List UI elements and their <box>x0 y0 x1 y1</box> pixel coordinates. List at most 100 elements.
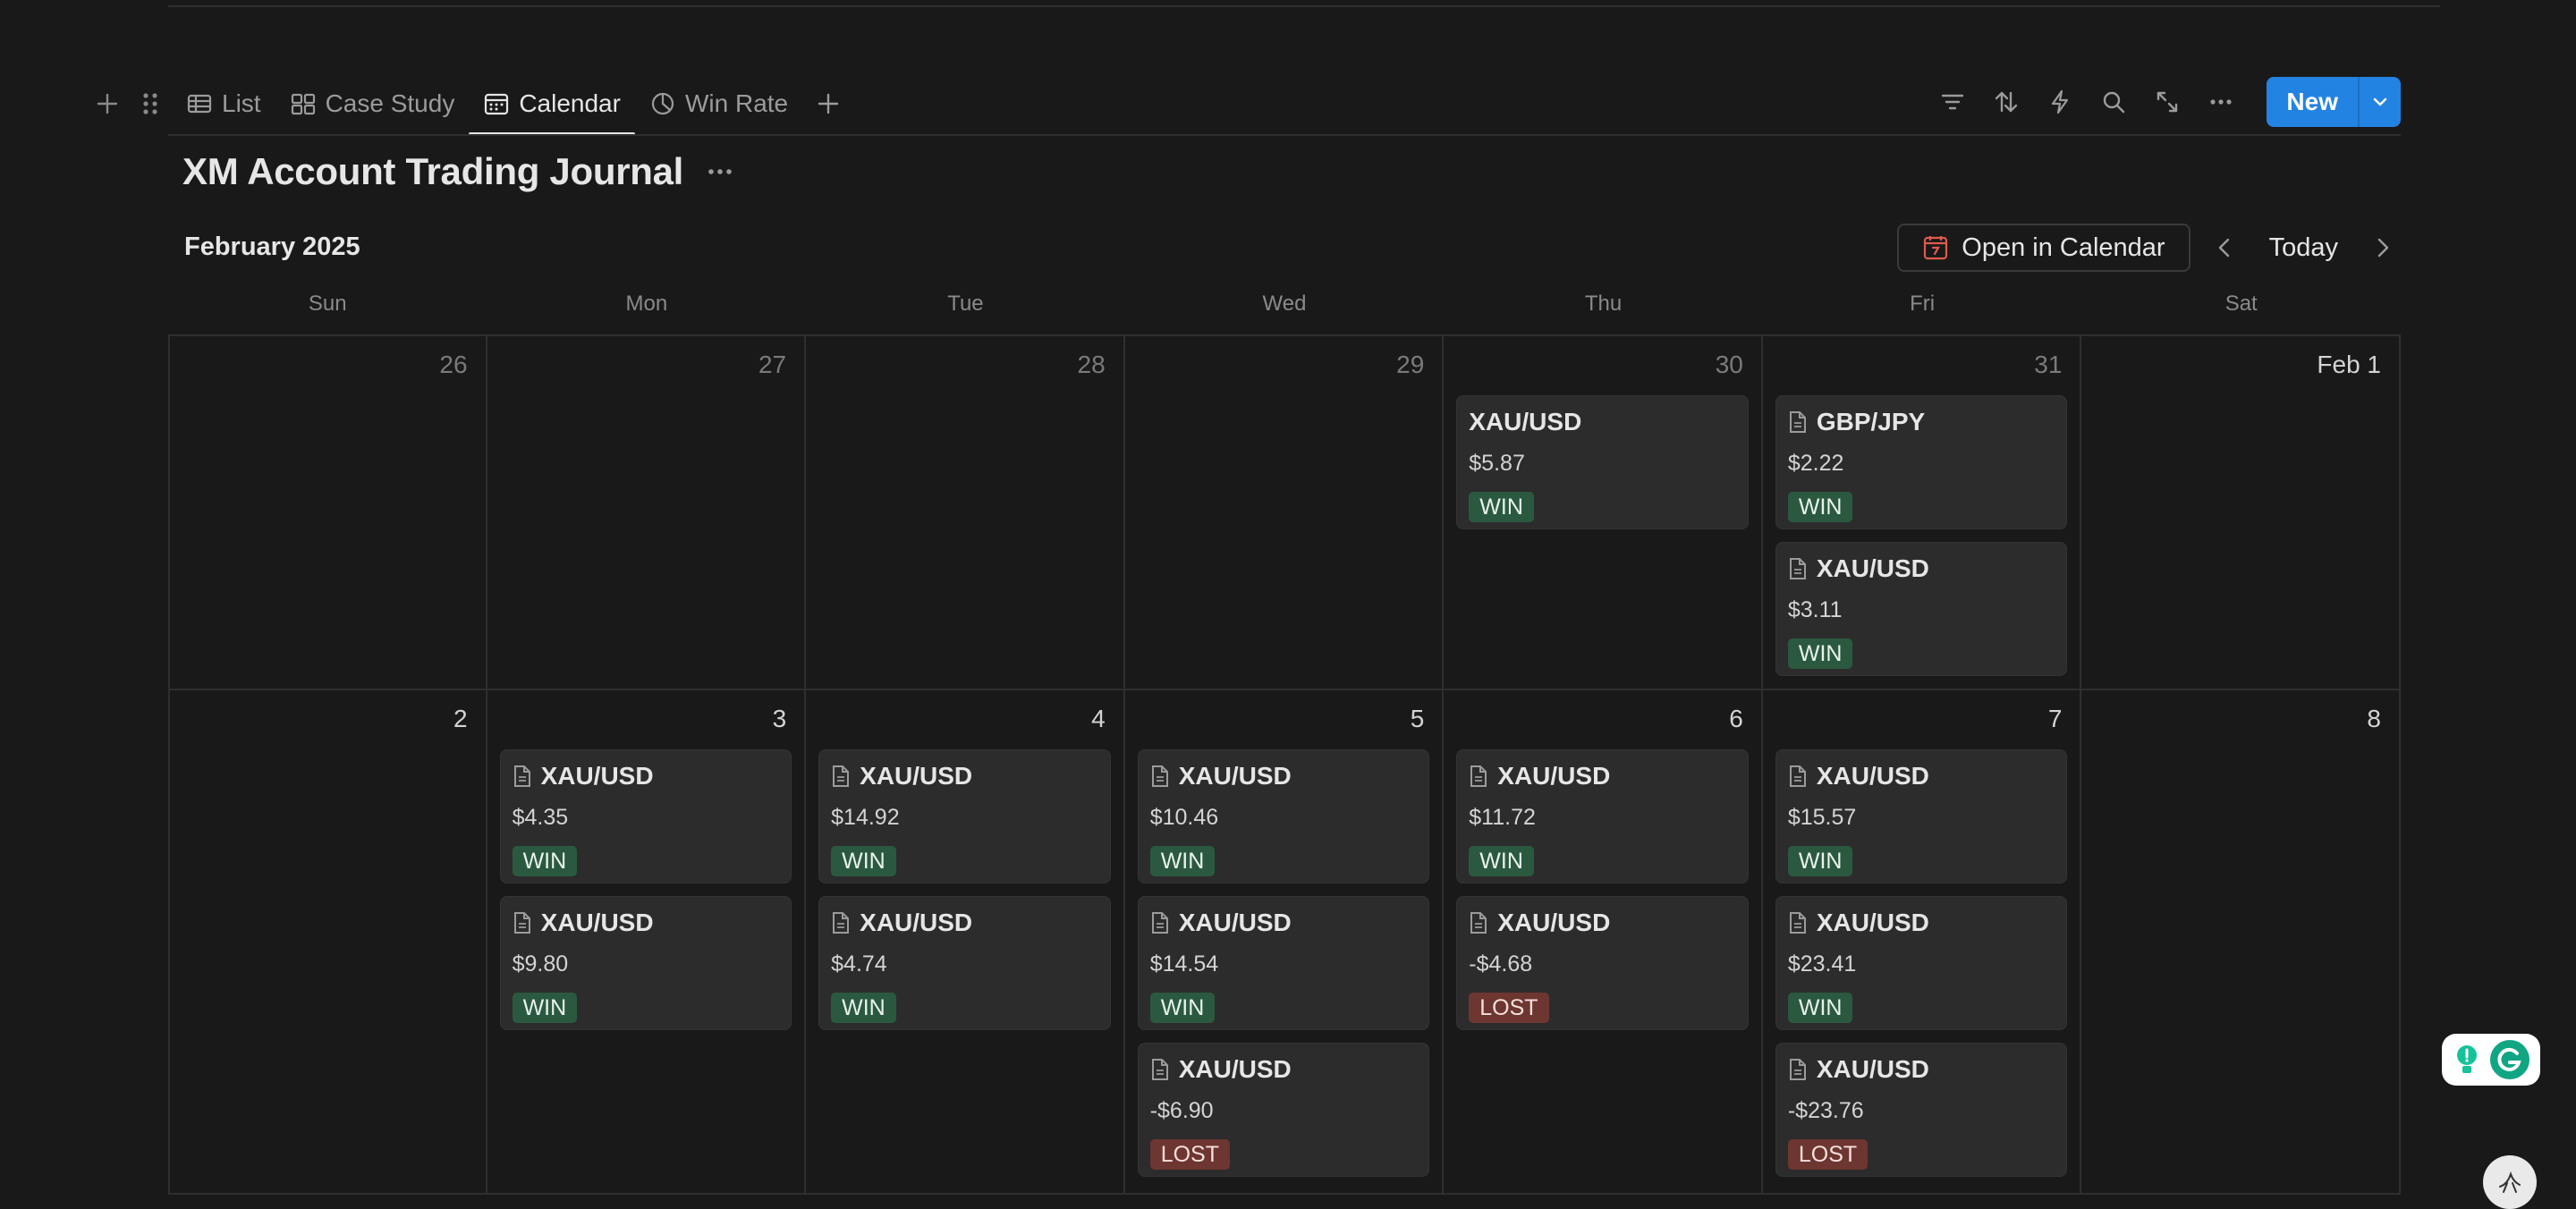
day-cell[interactable]: 5 XAU/USD $10.46 WIN XAU/USD $14.54 WIN … <box>1125 690 1445 1193</box>
day-entries: XAU/USD $5.87 WIN <box>1456 395 1749 529</box>
page-icon <box>1789 558 1806 579</box>
trade-pair: GBP/JPY <box>1816 408 1926 435</box>
trade-amount: $5.87 <box>1469 451 1525 476</box>
sort-icon[interactable] <box>1989 85 2023 119</box>
page-icon <box>1151 765 1168 787</box>
trade-pair: XAU/USD <box>1469 408 1582 435</box>
weekday-label: Mon <box>625 292 668 316</box>
trade-card[interactable]: XAU/USD -$4.68 LOST <box>1456 896 1749 1030</box>
pie-chart-icon <box>651 92 674 115</box>
day-cell[interactable]: 3 XAU/USD $4.35 WIN XAU/USD $9.80 WIN <box>487 690 807 1193</box>
day-number: 6 <box>1729 705 1743 732</box>
trade-card[interactable]: XAU/USD $5.87 WIN <box>1456 395 1749 529</box>
day-cell[interactable]: 8 <box>2081 690 2401 1193</box>
page-icon <box>1470 765 1487 787</box>
gallery-icon <box>291 93 315 115</box>
database-title[interactable]: XM Account Trading Journal <box>182 150 683 193</box>
result-badge: WIN <box>1149 846 1216 876</box>
tab-label: Win Rate <box>684 89 789 117</box>
trade-card[interactable]: XAU/USD $11.72 WIN <box>1456 749 1749 884</box>
trade-amount: -$6.90 <box>1149 1098 1214 1123</box>
assistant-widget[interactable] <box>2483 1155 2537 1209</box>
more-options-icon[interactable] <box>705 158 735 185</box>
add-icon[interactable] <box>89 86 125 122</box>
day-number: 26 <box>439 351 468 378</box>
page-icon <box>513 765 530 787</box>
tab-label: Case Study <box>325 89 455 117</box>
day-cell[interactable]: 7 XAU/USD $15.57 WIN XAU/USD $23.41 WIN … <box>1763 690 2082 1193</box>
trade-card[interactable]: XAU/USD $23.41 WIN <box>1775 896 2068 1030</box>
day-cell[interactable]: 28 <box>806 336 1125 689</box>
page-icon <box>1151 1059 1168 1080</box>
trade-amount: $14.92 <box>831 805 900 830</box>
trade-card[interactable]: XAU/USD $15.57 WIN <box>1775 749 2068 884</box>
drag-handle-icon[interactable] <box>132 86 168 122</box>
automation-bolt-icon[interactable] <box>2043 85 2077 119</box>
trade-amount: -$4.68 <box>1469 951 1533 976</box>
previous-month-button[interactable] <box>2207 235 2242 260</box>
day-cell[interactable]: 30 XAU/USD $5.87 WIN <box>1444 336 1763 689</box>
day-entries: GBP/JPY $2.22 WIN XAU/USD $3.11 WIN <box>1775 395 2068 676</box>
tab-win-rate[interactable]: Win Rate <box>635 72 802 136</box>
result-badge: LOST <box>1787 1139 1868 1170</box>
tab-list[interactable]: List <box>172 72 275 136</box>
day-number: 30 <box>1715 351 1743 378</box>
expand-icon[interactable] <box>2150 85 2184 119</box>
trade-card[interactable]: XAU/USD $14.54 WIN <box>1137 896 1430 1030</box>
trade-card[interactable]: XAU/USD $9.80 WIN <box>499 896 792 1030</box>
trade-card[interactable]: XAU/USD -$23.76 LOST <box>1775 1043 2068 1177</box>
database-toolbar: New <box>1936 77 2401 127</box>
day-cell[interactable]: Feb 1 <box>2081 336 2401 689</box>
trade-pair: XAU/USD <box>1497 909 1611 936</box>
trade-pair: XAU/USD <box>1178 1055 1292 1083</box>
open-in-calendar-button[interactable]: Open in Calendar <box>1897 224 2190 272</box>
day-cell[interactable]: 29 <box>1125 336 1445 689</box>
page-icon <box>1151 912 1168 934</box>
trade-card[interactable]: XAU/USD $14.92 WIN <box>818 749 1111 884</box>
more-options-icon[interactable] <box>2204 85 2238 119</box>
result-badge: WIN <box>512 993 578 1023</box>
view-bar-divider <box>168 134 2401 136</box>
day-cell[interactable]: 27 <box>487 336 807 689</box>
trade-title: XAU/USD <box>1469 762 1610 790</box>
trade-card[interactable]: XAU/USD $3.11 WIN <box>1775 542 2068 676</box>
next-month-button[interactable] <box>2365 235 2401 260</box>
result-badge: WIN <box>1787 492 1853 522</box>
trade-card[interactable]: XAU/USD -$6.90 LOST <box>1137 1043 1430 1177</box>
result-badge: WIN <box>512 846 578 876</box>
search-icon[interactable] <box>2097 85 2131 119</box>
tab-case-study[interactable]: Case Study <box>275 72 470 136</box>
trade-amount: $4.35 <box>512 805 569 830</box>
trade-title: XAU/USD <box>1788 909 1929 937</box>
calendar-app-icon <box>1924 236 1948 260</box>
new-dropdown-button[interactable] <box>2358 77 2401 127</box>
result-badge: WIN <box>1469 846 1534 876</box>
today-button[interactable]: Today <box>2258 233 2349 263</box>
trade-pair: XAU/USD <box>540 762 654 790</box>
result-badge: WIN <box>1469 492 1534 522</box>
page-icon <box>513 912 530 934</box>
result-badge: WIN <box>1787 638 1853 669</box>
day-cell[interactable]: 2 <box>168 690 487 1193</box>
trade-pair: XAU/USD <box>1816 1055 1929 1083</box>
trade-card[interactable]: XAU/USD $4.35 WIN <box>499 749 792 884</box>
trade-card[interactable]: XAU/USD $4.74 WIN <box>818 896 1111 1030</box>
trade-card[interactable]: GBP/JPY $2.22 WIN <box>1775 395 2068 529</box>
new-button[interactable]: New <box>2267 77 2358 127</box>
filter-icon[interactable] <box>1936 85 1970 119</box>
calendar-grid: 26 27 28 29 30 XAU/USD $5.87 WIN 31 GBP/… <box>168 334 2401 1197</box>
day-cell[interactable]: 26 <box>168 336 487 689</box>
day-cell[interactable]: 6 XAU/USD $11.72 WIN XAU/USD -$4.68 LOST <box>1444 690 1763 1193</box>
database-header: XM Account Trading Journal <box>182 150 735 193</box>
add-view-button[interactable] <box>802 72 854 136</box>
tab-calendar[interactable]: Calendar <box>469 72 635 136</box>
trade-title: XAU/USD <box>1150 762 1292 790</box>
grammarly-widget[interactable] <box>2442 1034 2540 1086</box>
day-cell[interactable]: 4 XAU/USD $14.92 WIN XAU/USD $4.74 WIN <box>806 690 1125 1193</box>
trade-amount: $10.46 <box>1149 805 1219 830</box>
day-number: 28 <box>1077 351 1106 378</box>
trade-card[interactable]: XAU/USD $10.46 WIN <box>1137 749 1430 884</box>
day-number: 8 <box>2367 705 2381 732</box>
day-cell[interactable]: 31 GBP/JPY $2.22 WIN XAU/USD $3.11 WIN <box>1763 336 2082 689</box>
lightbulb-icon <box>2457 1045 2477 1073</box>
